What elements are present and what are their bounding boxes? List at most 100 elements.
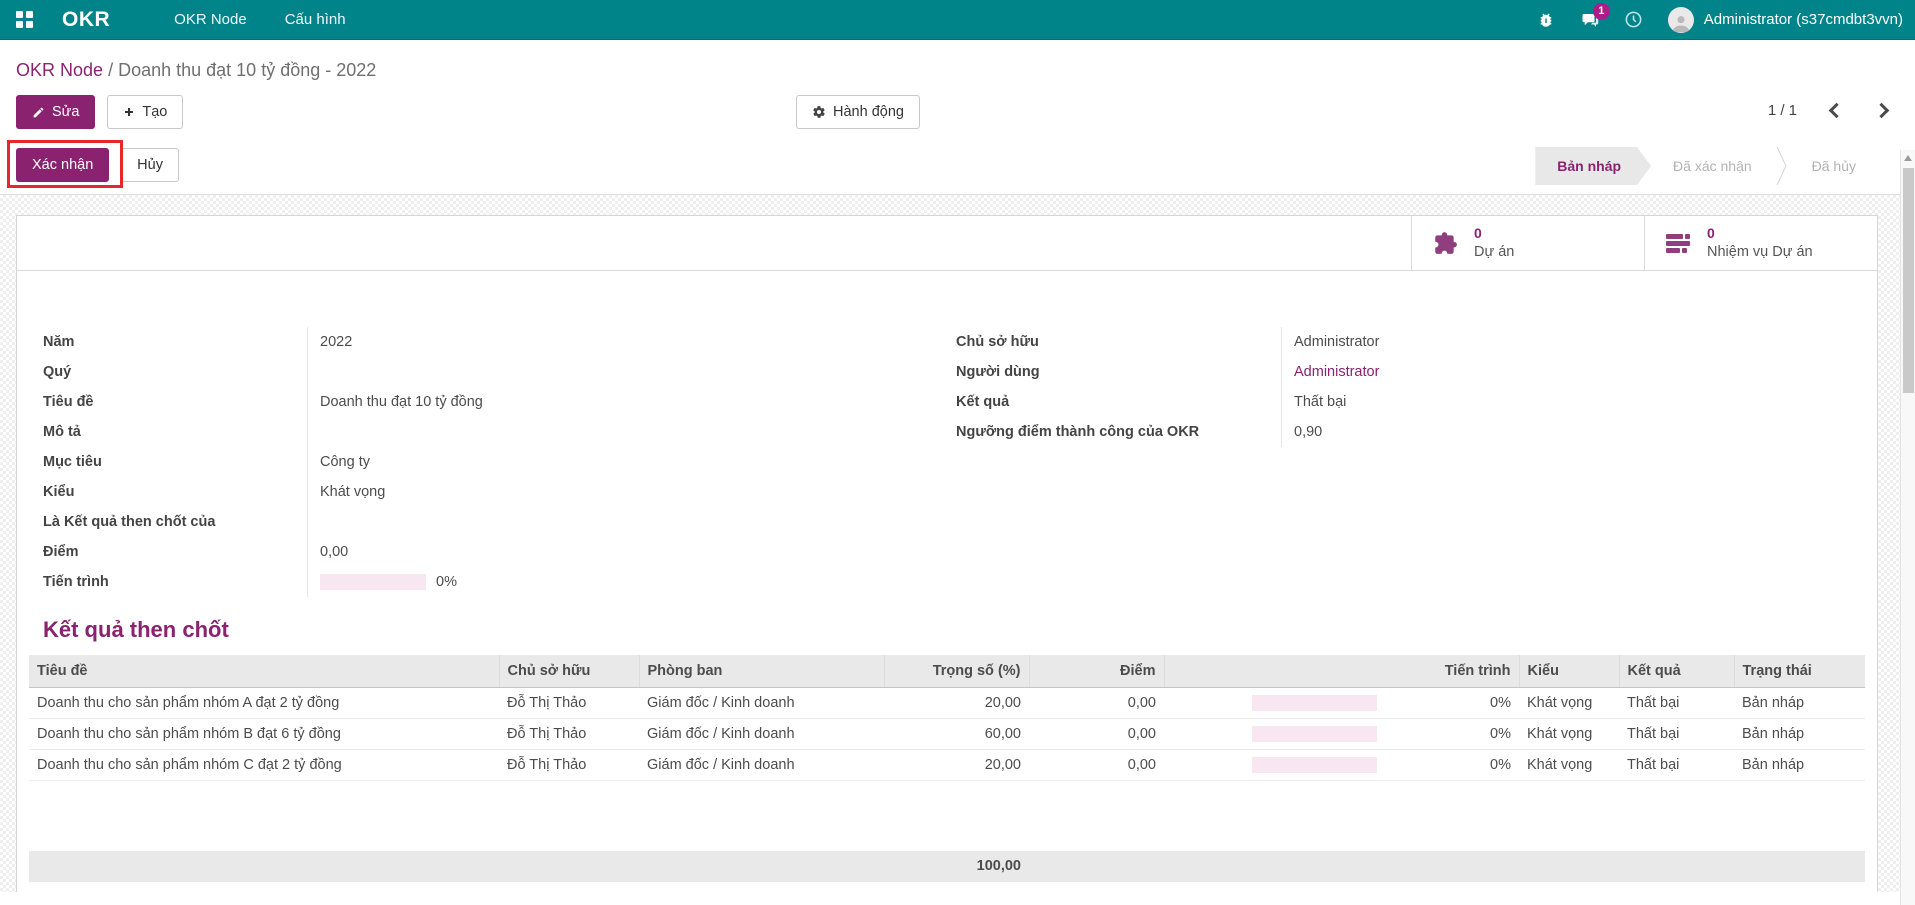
field-value: 0% xyxy=(307,567,947,597)
status-step-cancelled[interactable]: Đã hủy xyxy=(1790,147,1878,185)
statusbar: Xác nhận Hủy Bản nháp Đã xác nhận Đã hủy xyxy=(0,137,1915,195)
cell-status: Bản nháp xyxy=(1734,749,1865,780)
edit-button[interactable]: Sửa xyxy=(16,95,95,129)
table-row[interactable]: Doanh thu cho sản phẩm nhóm B đạt 6 tỷ đ… xyxy=(29,718,1865,749)
list-empty-space xyxy=(17,781,1877,851)
weight-total: 100,00 xyxy=(29,858,1029,874)
cell-dept: Giám đốc / Kinh doanh xyxy=(639,718,884,749)
field-value: 2022 xyxy=(307,327,947,357)
field-label: Năm xyxy=(43,334,307,350)
field-row: Điểm0,00 xyxy=(43,537,947,567)
field-value: Doanh thu đạt 10 tỷ đồng xyxy=(307,387,947,417)
menu-cau-hinh[interactable]: Cấu hình xyxy=(281,1,350,38)
field-row: Mục tiêuCông ty xyxy=(43,447,947,477)
cell-result: Thất bại xyxy=(1619,749,1734,780)
pager: 1 / 1 xyxy=(1768,102,1887,119)
list-icon xyxy=(1665,231,1691,255)
cell-score: 0,00 xyxy=(1029,718,1164,749)
field-value: Công ty xyxy=(307,447,947,477)
cell-score: 0,00 xyxy=(1029,749,1164,780)
table-footer: 100,00 xyxy=(29,851,1865,882)
field-row: Quý xyxy=(43,357,947,387)
column-header-dept[interactable]: Phòng ban xyxy=(639,655,884,687)
column-header-type[interactable]: Kiểu xyxy=(1519,655,1619,687)
field-value: Khát vọng xyxy=(307,477,947,507)
column-header-title[interactable]: Tiêu đề xyxy=(29,655,499,687)
menu-okr-node[interactable]: OKR Node xyxy=(170,1,251,38)
cell-weight: 20,00 xyxy=(884,749,1029,780)
plus-icon xyxy=(123,106,135,118)
user-menu[interactable]: Administrator (s37cmdbt3vvn) xyxy=(1704,11,1903,28)
field-label: Kiểu xyxy=(43,484,307,500)
window-scrollbar[interactable] xyxy=(1900,150,1915,905)
apps-grid-icon[interactable] xyxy=(16,10,36,30)
field-row: Tiến trình0% xyxy=(43,567,947,597)
cell-type: Khát vọng xyxy=(1519,687,1619,718)
action-menu-button[interactable]: Hành động xyxy=(796,95,920,129)
progress-percent: 0% xyxy=(1490,695,1511,711)
notification-badge: 1 xyxy=(1593,3,1610,20)
status-step-separator xyxy=(1774,147,1790,185)
pencil-icon xyxy=(32,106,45,119)
scrollbar-up-arrow-icon[interactable] xyxy=(1904,155,1912,161)
messages-icon[interactable]: 1 xyxy=(1580,10,1600,30)
breadcrumb-parent-link[interactable]: OKR Node xyxy=(16,60,103,80)
control-panel: Sửa Tạo Hành động 1 / 1 xyxy=(0,89,1915,137)
status-step-confirmed[interactable]: Đã xác nhận xyxy=(1651,147,1774,185)
section-title-key-results: Kết quả then chốt xyxy=(43,617,1877,643)
column-header-score[interactable]: Điểm xyxy=(1029,655,1164,687)
column-header-result[interactable]: Kết quả xyxy=(1619,655,1734,687)
bug-icon[interactable] xyxy=(1536,10,1556,30)
top-menu: OKR Node Cấu hình xyxy=(170,1,349,38)
cell-owner: Đỗ Thị Thảo xyxy=(499,749,639,780)
activities-clock-icon[interactable] xyxy=(1624,10,1644,30)
cancel-button[interactable]: Hủy xyxy=(121,148,179,182)
stat-button-box: 0 Dự án 0 Nhiệm vụ Dự án xyxy=(17,216,1877,271)
column-header-owner[interactable]: Chủ sở hữu xyxy=(499,655,639,687)
cell-title: Doanh thu cho sản phẩm nhóm B đạt 6 tỷ đ… xyxy=(29,718,499,749)
fields-left-column: Năm2022Quý Tiêu đềDoanh thu đạt 10 tỷ đồn… xyxy=(43,327,947,597)
field-label: Ngưỡng điểm thành công của OKR xyxy=(956,424,1281,440)
pager-counter: 1 / 1 xyxy=(1768,102,1797,119)
field-row: Kết quảThất bại xyxy=(956,387,1877,417)
table-row[interactable]: Doanh thu cho sản phẩm nhóm A đạt 2 tỷ đ… xyxy=(29,687,1865,718)
confirm-button[interactable]: Xác nhận xyxy=(16,148,109,182)
cell-owner: Đỗ Thị Thảo xyxy=(499,718,639,749)
status-step-draft[interactable]: Bản nháp xyxy=(1535,147,1651,185)
form-sheet: 0 Dự án 0 Nhiệm vụ Dự án Năm2022Quý Tiêu … xyxy=(16,215,1878,892)
stat-button-projects[interactable]: 0 Dự án xyxy=(1411,216,1644,270)
cell-score: 0,00 xyxy=(1029,687,1164,718)
pager-previous-icon[interactable] xyxy=(1829,103,1845,119)
field-row: Tiêu đềDoanh thu đạt 10 tỷ đồng xyxy=(43,387,947,417)
avatar[interactable] xyxy=(1668,7,1694,33)
field-label: Mục tiêu xyxy=(43,454,307,470)
column-header-progress[interactable]: Tiến trình xyxy=(1164,655,1519,687)
cell-title: Doanh thu cho sản phẩm nhóm A đạt 2 tỷ đ… xyxy=(29,687,499,718)
field-row: Ngưỡng điểm thành công của OKR0,90 xyxy=(956,417,1877,447)
create-button[interactable]: Tạo xyxy=(107,95,183,129)
table-row[interactable]: Doanh thu cho sản phẩm nhóm C đạt 2 tỷ đ… xyxy=(29,749,1865,780)
field-row: Chủ sở hữuAdministrator xyxy=(956,327,1877,357)
cell-weight: 60,00 xyxy=(884,718,1029,749)
cell-status: Bản nháp xyxy=(1734,687,1865,718)
field-label: Quý xyxy=(43,364,307,380)
field-label: Chủ sở hữu xyxy=(956,334,1281,350)
stat-value: 0 xyxy=(1707,225,1813,243)
field-value: Administrator xyxy=(1281,357,1877,387)
field-value: Administrator xyxy=(1281,327,1877,357)
column-header-status[interactable]: Trạng thái xyxy=(1734,655,1865,687)
field-row: Mô tả xyxy=(43,417,947,447)
cell-result: Thất bại xyxy=(1619,718,1734,749)
column-header-weight[interactable]: Trọng số (%) xyxy=(884,655,1029,687)
progress-percent: 0% xyxy=(1490,757,1511,773)
pager-next-icon[interactable] xyxy=(1874,103,1890,119)
user-link[interactable]: Administrator xyxy=(1294,364,1379,380)
cell-status: Bản nháp xyxy=(1734,718,1865,749)
field-label: Kết quả xyxy=(956,394,1281,410)
progress-bar xyxy=(1252,757,1377,773)
field-row: Người dùngAdministrator xyxy=(956,357,1877,387)
field-value xyxy=(307,507,947,537)
scrollbar-thumb[interactable] xyxy=(1903,168,1914,393)
stat-button-project-tasks[interactable]: 0 Nhiệm vụ Dự án xyxy=(1644,216,1877,270)
field-label: Tiêu đề xyxy=(43,394,307,410)
